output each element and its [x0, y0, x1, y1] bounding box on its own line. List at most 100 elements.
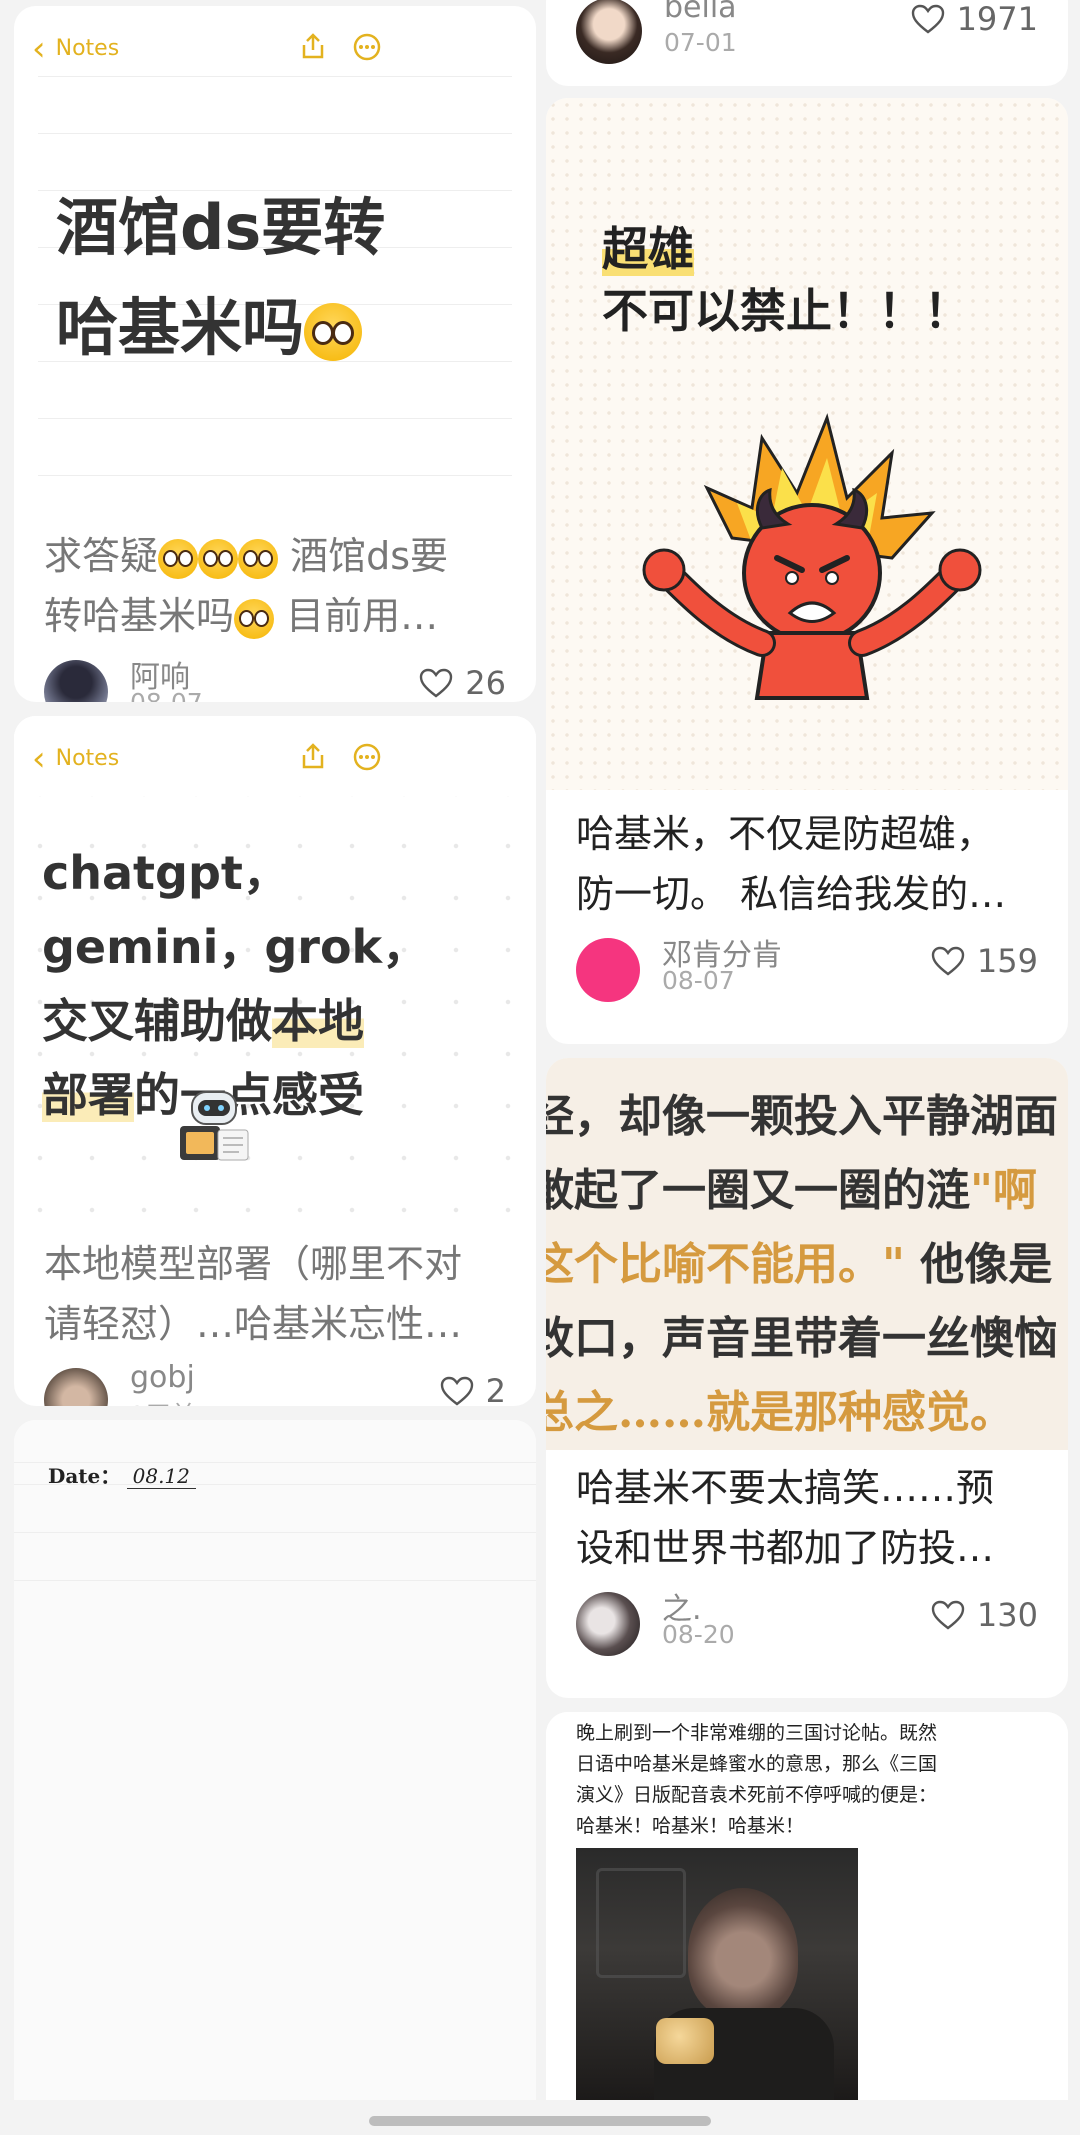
post-date: 08-07	[662, 966, 735, 995]
note-card[interactable]: 经，却像一颗投入平静湖面 敢起了一圈又一圈的涟"啊 这个比喻不能用。" 他像是 …	[546, 1058, 1068, 1698]
card-description: 哈基米不要太搞笑……预 设和世界书都加了防投…	[546, 1450, 1068, 1578]
like-button[interactable]: 159	[931, 942, 1038, 980]
share-icon	[302, 743, 324, 769]
more-icon	[353, 33, 381, 61]
note-card[interactable]: ‹ Notes 酒馆ds要转 哈基米吗 求答疑 酒馆ds要 转哈基米吗 目前用……	[14, 6, 536, 702]
highlighted-text: 超雄	[602, 222, 694, 276]
like-count: 1971	[956, 0, 1038, 38]
like-count: 159	[976, 942, 1038, 980]
card-description: 哈基米，不仅是防超雄， 防一切。 私信给我发的…	[546, 790, 1068, 924]
avatar[interactable]	[576, 0, 642, 64]
card-cover[interactable]: ‹ Notes 酒馆ds要转 哈基米吗	[14, 6, 536, 526]
like-button[interactable]: 1971	[911, 0, 1038, 38]
card-meta: bella 07-01 1971	[546, 0, 1068, 86]
desc-text: 求答疑	[44, 534, 159, 578]
like-button[interactable]: 26	[419, 664, 506, 702]
notes-back-label: Notes	[55, 746, 120, 771]
highlighted-text: 本地	[272, 994, 364, 1048]
note-card[interactable]: 晚上刷到一个非常难绷的三国讨论帖。既然 日语中哈基米是蜂蜜水的意思，那么《三国 …	[546, 1712, 1068, 2100]
post-date: 08-20	[662, 1620, 735, 1649]
card-meta: 之. 08-20 130	[546, 1578, 1068, 1688]
highlighted-text: 部署	[42, 1068, 134, 1122]
desc-text: 转哈基米吗	[44, 594, 235, 638]
avatar[interactable]	[576, 938, 640, 1002]
note-card[interactable]: 超雄 不可以禁止！！！ 哈基米，不仅是防超雄， 防一切。 私信给我发的… 邓肯分…	[546, 98, 1068, 1044]
card-cover[interactable]: 经，却像一颗投入平静湖面 敢起了一圈又一圈的涟"啊 这个比喻不能用。" 他像是 …	[546, 1058, 1068, 1450]
desc-text: 哈基米，不仅是防超雄，	[576, 812, 995, 856]
notes-toolbar: ‹ Notes	[14, 6, 536, 86]
post-image[interactable]	[576, 1848, 858, 2100]
like-count: 130	[976, 1596, 1038, 1634]
like-button[interactable]: 130	[931, 1596, 1038, 1634]
more-icon	[353, 743, 381, 771]
cover-title: 酒馆ds要转 哈基米吗	[56, 178, 385, 378]
post-text-line: 演义》日版配音袁术死前不停呼喊的便是：	[576, 1784, 938, 1806]
card-cover[interactable]: 超雄 不可以禁止！！！	[546, 98, 1068, 790]
quote-line: "啊	[970, 1165, 1037, 1216]
pleading-face-icon	[158, 538, 199, 579]
notes-back-button: ‹ Notes	[32, 28, 120, 69]
note-card[interactable]: ‹ Notes chatgpt， gemini，grok， 交叉辅助做本地 部署…	[14, 716, 536, 1406]
avatar[interactable]	[576, 1592, 640, 1656]
avatar[interactable]	[44, 660, 108, 702]
desc-text: 防一切。 私信给我发的…	[576, 872, 1007, 916]
like-button[interactable]: 2	[440, 1372, 506, 1406]
card-cover[interactable]: ‹ Notes chatgpt， gemini，grok， 交叉辅助做本地 部署…	[14, 716, 536, 1228]
card-description: 本地模型部署（哪里不对 请轻怼）…哈基米忘性…	[14, 1228, 536, 1354]
author-name[interactable]: bella	[664, 0, 737, 25]
like-count: 2	[485, 1372, 506, 1406]
desc-text: 请轻怼）…哈基米忘性…	[44, 1302, 463, 1346]
date-value: 08.12	[126, 1464, 196, 1489]
image-ornament	[596, 1868, 686, 1978]
post-text-line: 日语中哈基米是蜂蜜水的意思，那么《三国	[576, 1753, 938, 1775]
pleading-face-icon	[198, 538, 239, 579]
cover-title-line: 交叉辅助做	[42, 994, 272, 1048]
cover-title-line: chatgpt，	[42, 846, 289, 900]
notes-back-label: Notes	[55, 36, 120, 61]
avatar[interactable]	[44, 1368, 108, 1406]
quote-line: 这个比喻不能用。"	[546, 1239, 905, 1290]
pleading-face-icon	[234, 598, 275, 639]
quote-line: 总之……就是那种感觉。	[546, 1387, 1014, 1438]
heart-icon	[440, 1376, 473, 1406]
robot-icon	[180, 1091, 249, 1161]
note-card[interactable]: bella 07-01 1971	[546, 0, 1068, 86]
post-text-line: 哈基米！哈基米！哈基米！	[576, 1815, 805, 1837]
post-text: 晚上刷到一个非常难绷的三国讨论帖。既然 日语中哈基米是蜂蜜水的意思，那么《三国 …	[576, 1718, 937, 1842]
author-name[interactable]: gobj	[130, 1360, 195, 1395]
card-description: 求答疑 酒馆ds要 转哈基米吗 目前用…	[14, 526, 536, 646]
desc-text: 设和世界书都加了防投…	[576, 1526, 995, 1570]
heart-icon	[911, 4, 944, 34]
card-meta: 邓肯分肯 08-07 159	[546, 924, 1068, 1034]
image-figure	[688, 1888, 798, 2018]
post-date: 08-07	[130, 688, 203, 702]
chevron-left-icon: ‹	[32, 738, 46, 779]
home-indicator[interactable]	[369, 2116, 711, 2126]
notes-back-button: ‹ Notes	[32, 738, 120, 779]
quote-line: 他像是	[920, 1239, 1053, 1290]
quote-line: 经，却像一颗投入平静湖面	[546, 1091, 1058, 1142]
angry-devil-icon	[642, 413, 982, 700]
date-label: Date：	[48, 1464, 121, 1488]
heart-icon	[931, 946, 965, 976]
share-icon	[302, 33, 324, 59]
cover-title-line: 哈基米吗	[56, 291, 305, 364]
pleading-face-icon	[304, 302, 363, 361]
chevron-left-icon: ‹	[32, 28, 46, 69]
cover-title-line: 不可以禁止！！！	[602, 284, 970, 338]
feed: ‹ Notes 酒馆ds要转 哈基米吗 求答疑 酒馆ds要 转哈基米吗 目前用……	[0, 0, 1080, 2135]
card-meta: gobj 2天前 2	[14, 1354, 536, 1406]
desc-text: 本地模型部署（哪里不对	[44, 1242, 463, 1286]
cover-title-line: gemini，grok，	[42, 920, 429, 974]
quote-line: 敢起了一圈又一圈的涟	[546, 1165, 970, 1216]
note-card[interactable]: Date： 08.12	[14, 1420, 536, 2100]
notes-toolbar: ‹ Notes	[14, 716, 536, 796]
card-cover[interactable]: Date： 08.12	[14, 1420, 536, 2100]
cover-quote: 经，却像一颗投入平静湖面 敢起了一圈又一圈的涟"啊 这个比喻不能用。" 他像是 …	[546, 1080, 1058, 1450]
card-cover[interactable]: 晚上刷到一个非常难绷的三国讨论帖。既然 日语中哈基米是蜂蜜水的意思，那么《三国 …	[546, 1712, 1068, 2100]
heart-icon	[420, 668, 453, 698]
post-date: 2天前	[130, 1396, 196, 1406]
pleading-face-icon	[238, 538, 279, 579]
heart-icon	[931, 1600, 965, 1630]
desc-text: 酒馆ds要	[290, 534, 449, 578]
